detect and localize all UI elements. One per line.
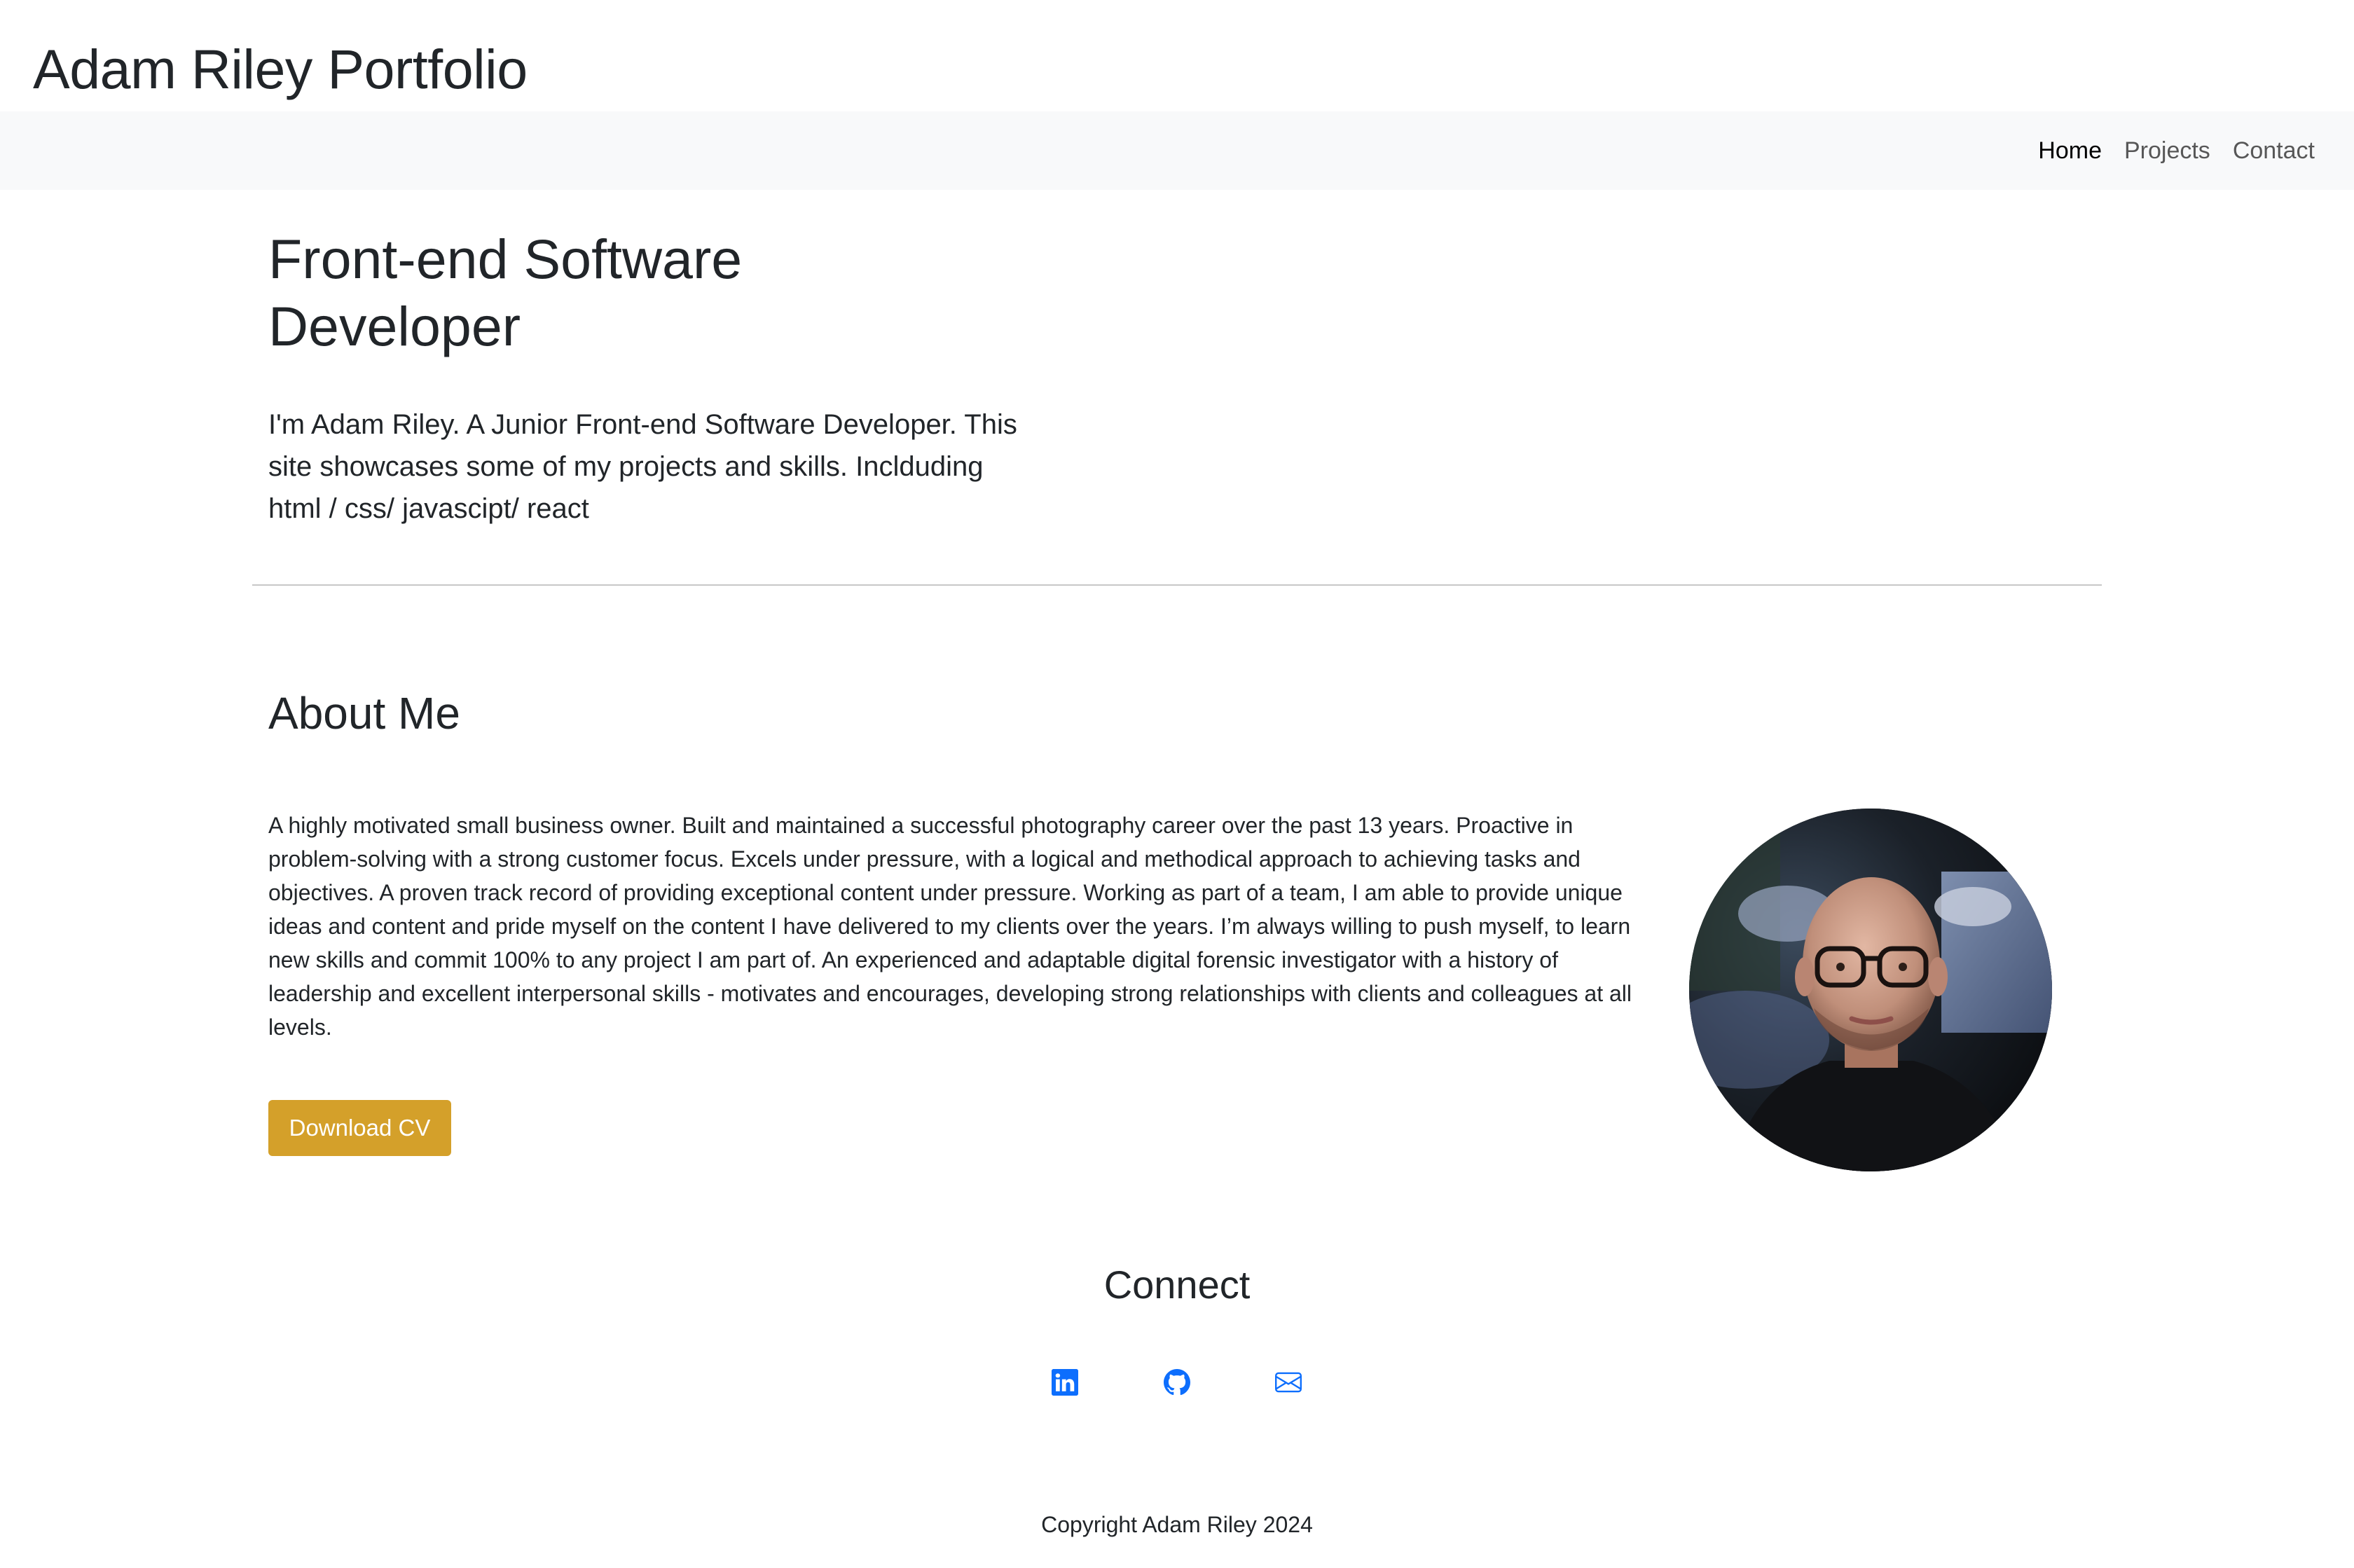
nav-link-contact[interactable]: Contact: [2233, 137, 2315, 165]
profile-photo: [1689, 809, 2052, 1171]
hero-title-line2: Developer: [268, 295, 521, 357]
download-cv-button[interactable]: Download CV: [268, 1100, 451, 1156]
avatar: [1689, 809, 2052, 1171]
github-icon[interactable]: [1164, 1369, 1190, 1396]
hero-lead: I'm Adam Riley. A Junior Front-end Softw…: [268, 409, 1017, 524]
hero-title: Front-end Software Developer: [268, 226, 801, 360]
nav-link-projects[interactable]: Projects: [2124, 137, 2210, 165]
footer-copyright: Copyright Adam Riley 2024: [1041, 1512, 1313, 1537]
envelope-icon[interactable]: [1275, 1369, 1302, 1396]
nav-link-home[interactable]: Home: [2038, 137, 2102, 165]
hero-title-line1: Front-end Software: [268, 228, 743, 290]
connect-title: Connect: [1103, 1263, 1251, 1307]
linkedin-icon[interactable]: [1052, 1369, 1078, 1396]
about-title: About Me: [268, 688, 460, 738]
section-divider: [252, 584, 2102, 586]
navbar: Home Projects Contact: [0, 111, 2354, 190]
about-text: A highly motivated small business owner.…: [268, 813, 1632, 1040]
nav-links: Home Projects Contact: [2016, 111, 2315, 190]
site-title: Adam Riley Portfolio: [33, 38, 528, 100]
